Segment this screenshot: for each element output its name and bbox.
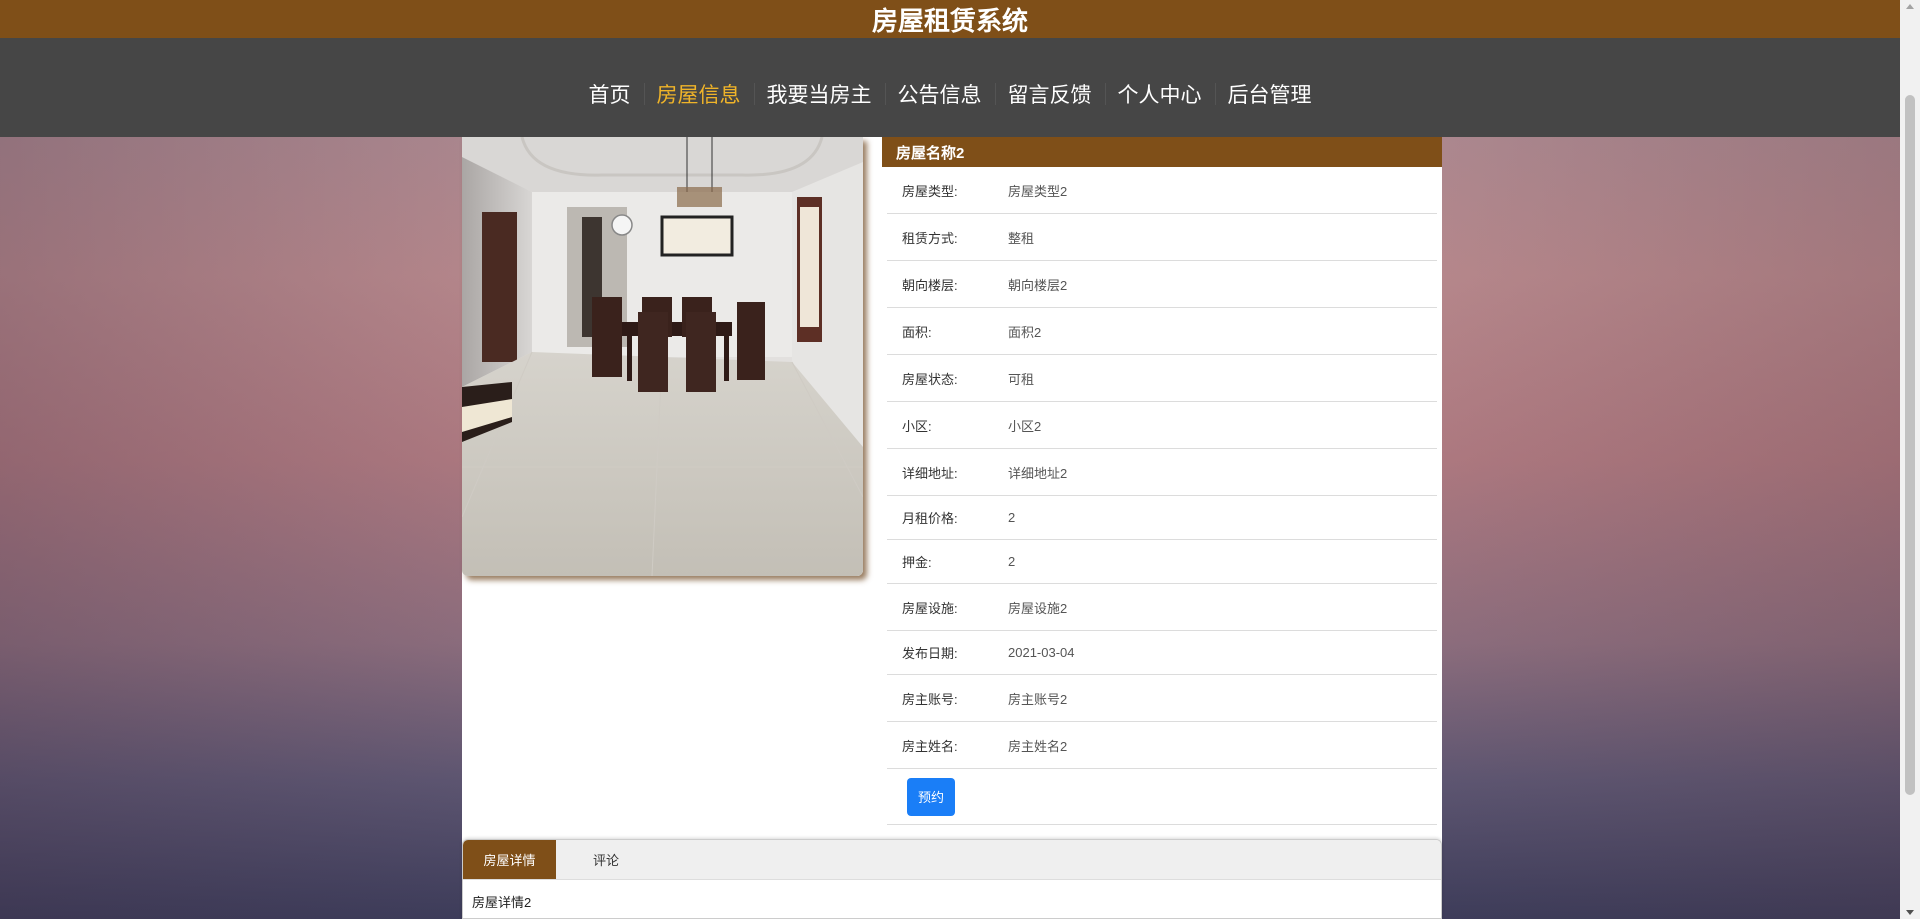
info-row: 租赁方式: 整租 — [887, 214, 1437, 261]
nav-item-4[interactable]: 留言反馈 — [994, 75, 1102, 113]
info-row: 小区: 小区2 — [887, 402, 1437, 449]
detail-tabs: 房屋详情 评论 房屋详情2 — [462, 839, 1442, 919]
tab-content: 房屋详情2 — [472, 895, 532, 910]
info-row-value: 整租 — [1008, 230, 1035, 246]
info-row: 房主账号: 房主账号2 — [887, 675, 1437, 722]
nav-item-5[interactable]: 个人中心 — [1104, 75, 1212, 113]
info-row-label: 面积: — [902, 324, 932, 340]
info-row-label: 房屋状态: — [902, 371, 958, 387]
info-row-label: 月租价格: — [902, 511, 958, 526]
info-row: 详细地址: 详细地址2 — [887, 449, 1437, 496]
info-row-label: 朝向楼层: — [902, 277, 958, 293]
scroll-down-arrow-icon[interactable] — [1906, 910, 1914, 915]
house-name: 房屋名称2 — [896, 144, 965, 162]
info-row-label: 发布日期: — [902, 646, 958, 661]
book-row: 预约 — [887, 769, 1437, 825]
scrollbar[interactable] — [1900, 0, 1920, 919]
tab-bar: 房屋详情 评论 — [463, 840, 1441, 880]
site-title-bar: 房屋租赁系统 — [0, 0, 1900, 38]
info-row-label: 房主姓名: — [902, 738, 958, 754]
info-row-value: 房主姓名2 — [1008, 738, 1068, 754]
nav-item-0[interactable]: 首页 — [579, 75, 641, 113]
house-photo — [462, 137, 863, 576]
tab-1[interactable]: 评论 — [556, 840, 656, 879]
info-row-value: 房屋设施2 — [1008, 600, 1068, 616]
info-row-label: 详细地址: — [902, 465, 958, 481]
info-row: 发布日期: 2021-03-04 — [887, 631, 1437, 675]
nav-item-1[interactable]: 房屋信息 — [643, 75, 751, 113]
info-row-value: 2 — [1008, 554, 1016, 569]
house-name-header: 房屋名称2 — [882, 137, 1442, 167]
house-info: 房屋名称2 房屋类型: 房屋类型2 租赁方式: 整租 朝向楼层: 朝向楼层2 面积: 面积2 房… — [882, 137, 1442, 825]
info-row: 房屋状态: 可租 — [887, 355, 1437, 402]
main-nav: 首页 房屋信息 我要当房主 公告信息 留言反馈 个人中心 后台管理 — [0, 38, 1900, 137]
house-detail-panel: 房屋名称2 房屋类型: 房屋类型2 租赁方式: 整租 朝向楼层: 朝向楼层2 面积: 面积2 房… — [462, 137, 1442, 919]
site-title: 房屋租赁系统 — [871, 5, 1028, 36]
info-row-label: 小区: — [902, 418, 932, 434]
nav-item-6[interactable]: 后台管理 — [1214, 75, 1322, 113]
nav-items: 首页 房屋信息 我要当房主 公告信息 留言反馈 个人中心 后台管理 — [579, 75, 1322, 113]
house-photo-image — [462, 137, 863, 576]
book-button[interactable]: 预约 — [907, 777, 955, 816]
info-row-value: 朝向楼层2 — [1008, 277, 1068, 293]
scroll-up-arrow-icon[interactable] — [1906, 4, 1914, 9]
info-row-value: 面积2 — [1008, 324, 1042, 340]
info-row-value: 小区2 — [1008, 418, 1042, 434]
info-row: 房屋设施: 房屋设施2 — [887, 584, 1437, 631]
info-row-label: 租赁方式: — [902, 230, 958, 246]
info-row: 房屋类型: 房屋类型2 — [887, 167, 1437, 214]
info-row: 月租价格: 2 — [887, 496, 1437, 540]
info-row-value: 房主账号2 — [1008, 691, 1068, 707]
tab-0[interactable]: 房屋详情 — [463, 840, 556, 879]
scrollbar-thumb[interactable] — [1905, 95, 1915, 795]
info-row-label: 房主账号: — [902, 691, 958, 707]
info-row-label: 押金: — [902, 555, 932, 570]
info-row-value: 可租 — [1008, 371, 1035, 387]
info-row-label: 房屋类型: — [902, 183, 958, 199]
info-row: 面积: 面积2 — [887, 308, 1437, 355]
info-row: 房主姓名: 房主姓名2 — [887, 722, 1437, 769]
info-row-label: 房屋设施: — [902, 600, 958, 616]
info-row-value: 详细地址2 — [1008, 465, 1068, 481]
info-row-value: 房屋类型2 — [1008, 183, 1068, 199]
house-fields: 房屋类型: 房屋类型2 租赁方式: 整租朝向楼层: 朝向楼层2 面积: 面积2 房屋状态: 可租… — [882, 167, 1442, 769]
info-row-value: 2 — [1008, 510, 1016, 525]
nav-item-2[interactable]: 我要当房主 — [753, 75, 882, 113]
info-row: 押金: 2 — [887, 540, 1437, 584]
info-row-value: 2021-03-04 — [1008, 645, 1075, 660]
nav-item-3[interactable]: 公告信息 — [884, 75, 992, 113]
info-row: 朝向楼层: 朝向楼层2 — [887, 261, 1437, 308]
